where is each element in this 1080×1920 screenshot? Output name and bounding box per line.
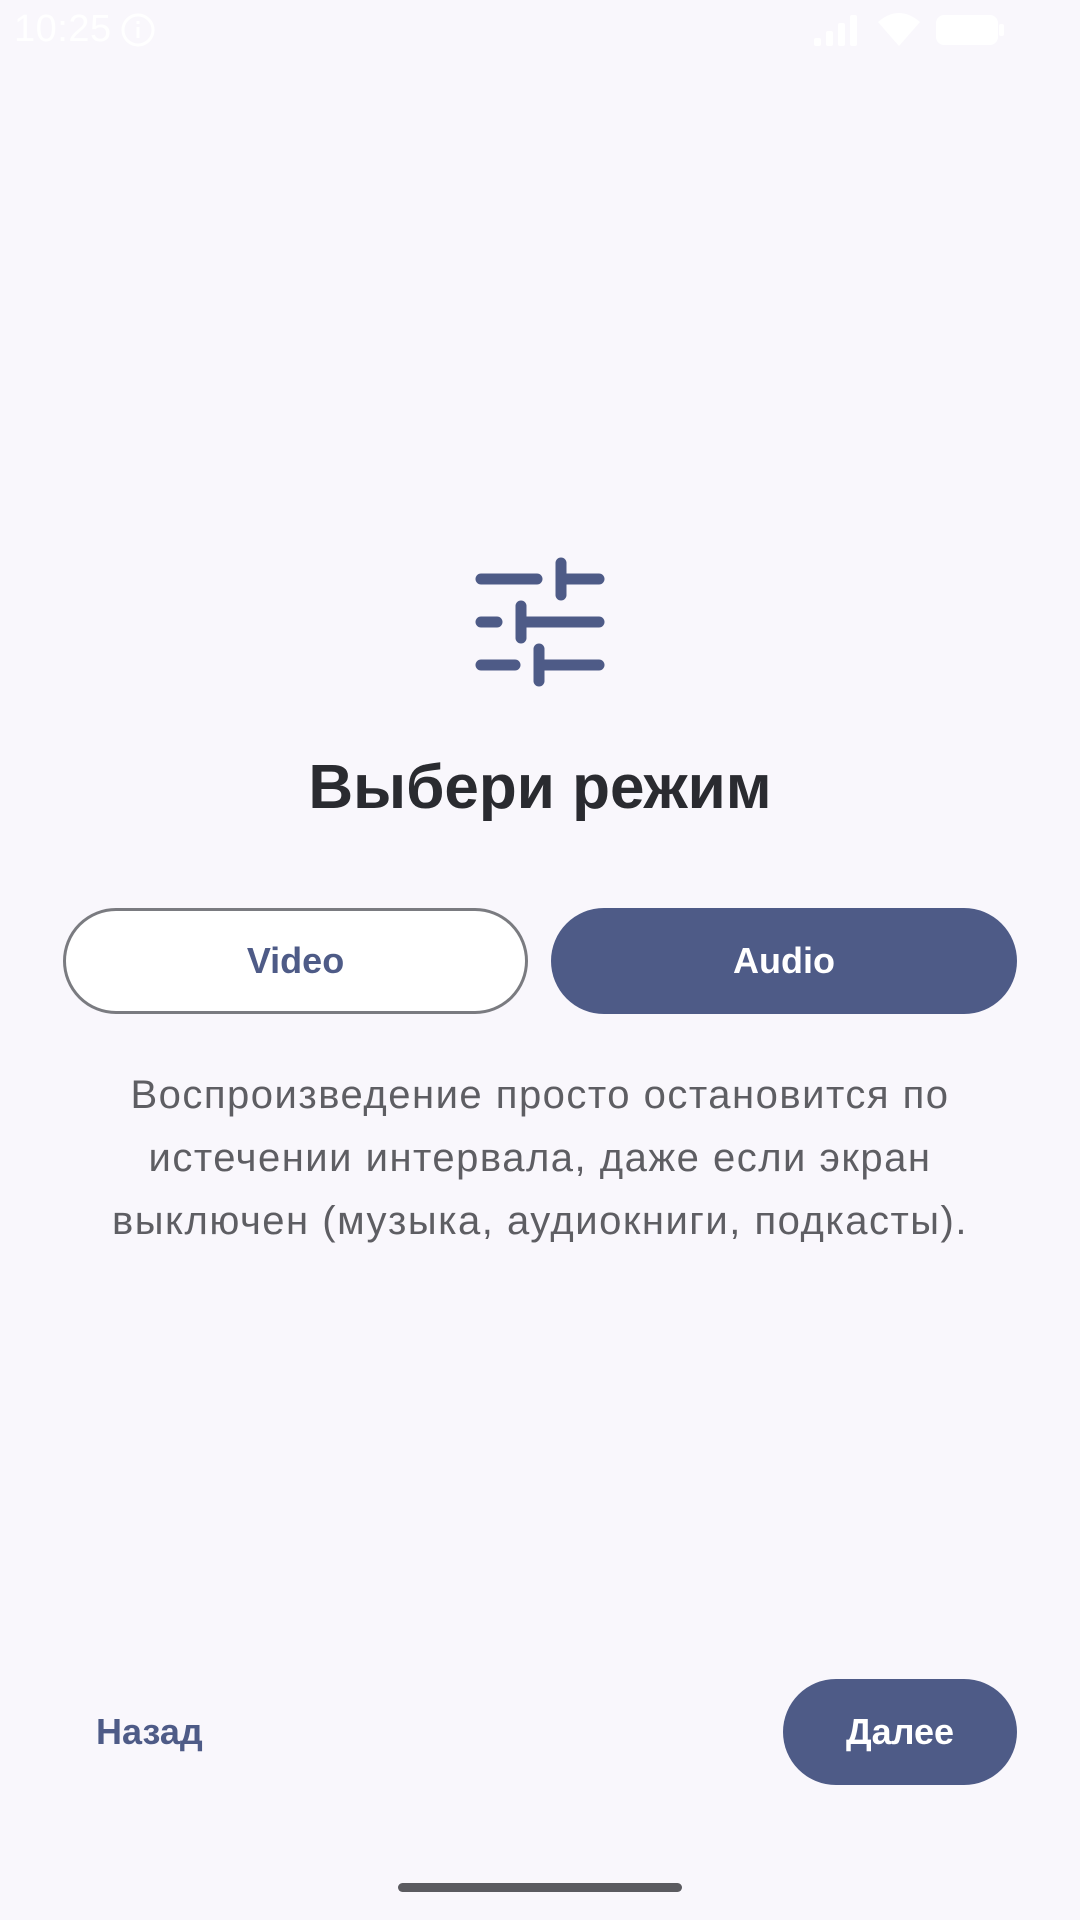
mode-description: Воспроизведение просто остановится по ис… (112, 1073, 968, 1243)
home-indicator[interactable] (398, 1883, 682, 1892)
audio-mode-button[interactable]: Audio (551, 908, 1017, 1014)
mode-toggle: Video Audio (63, 908, 1017, 1014)
info-icon (121, 13, 155, 47)
next-button[interactable]: Далее (783, 1679, 1017, 1785)
tune-sliders-icon (475, 557, 605, 687)
status-time: 10:25 (14, 8, 112, 50)
wifi-icon (878, 13, 920, 46)
video-mode-button[interactable]: Video (63, 908, 528, 1014)
status-bar: 10:25 (0, 0, 1080, 62)
page-title: Выбери режим (308, 753, 772, 822)
battery-icon (936, 15, 1004, 45)
back-button[interactable]: Назад (74, 1700, 246, 1764)
signal-icon (814, 15, 857, 46)
